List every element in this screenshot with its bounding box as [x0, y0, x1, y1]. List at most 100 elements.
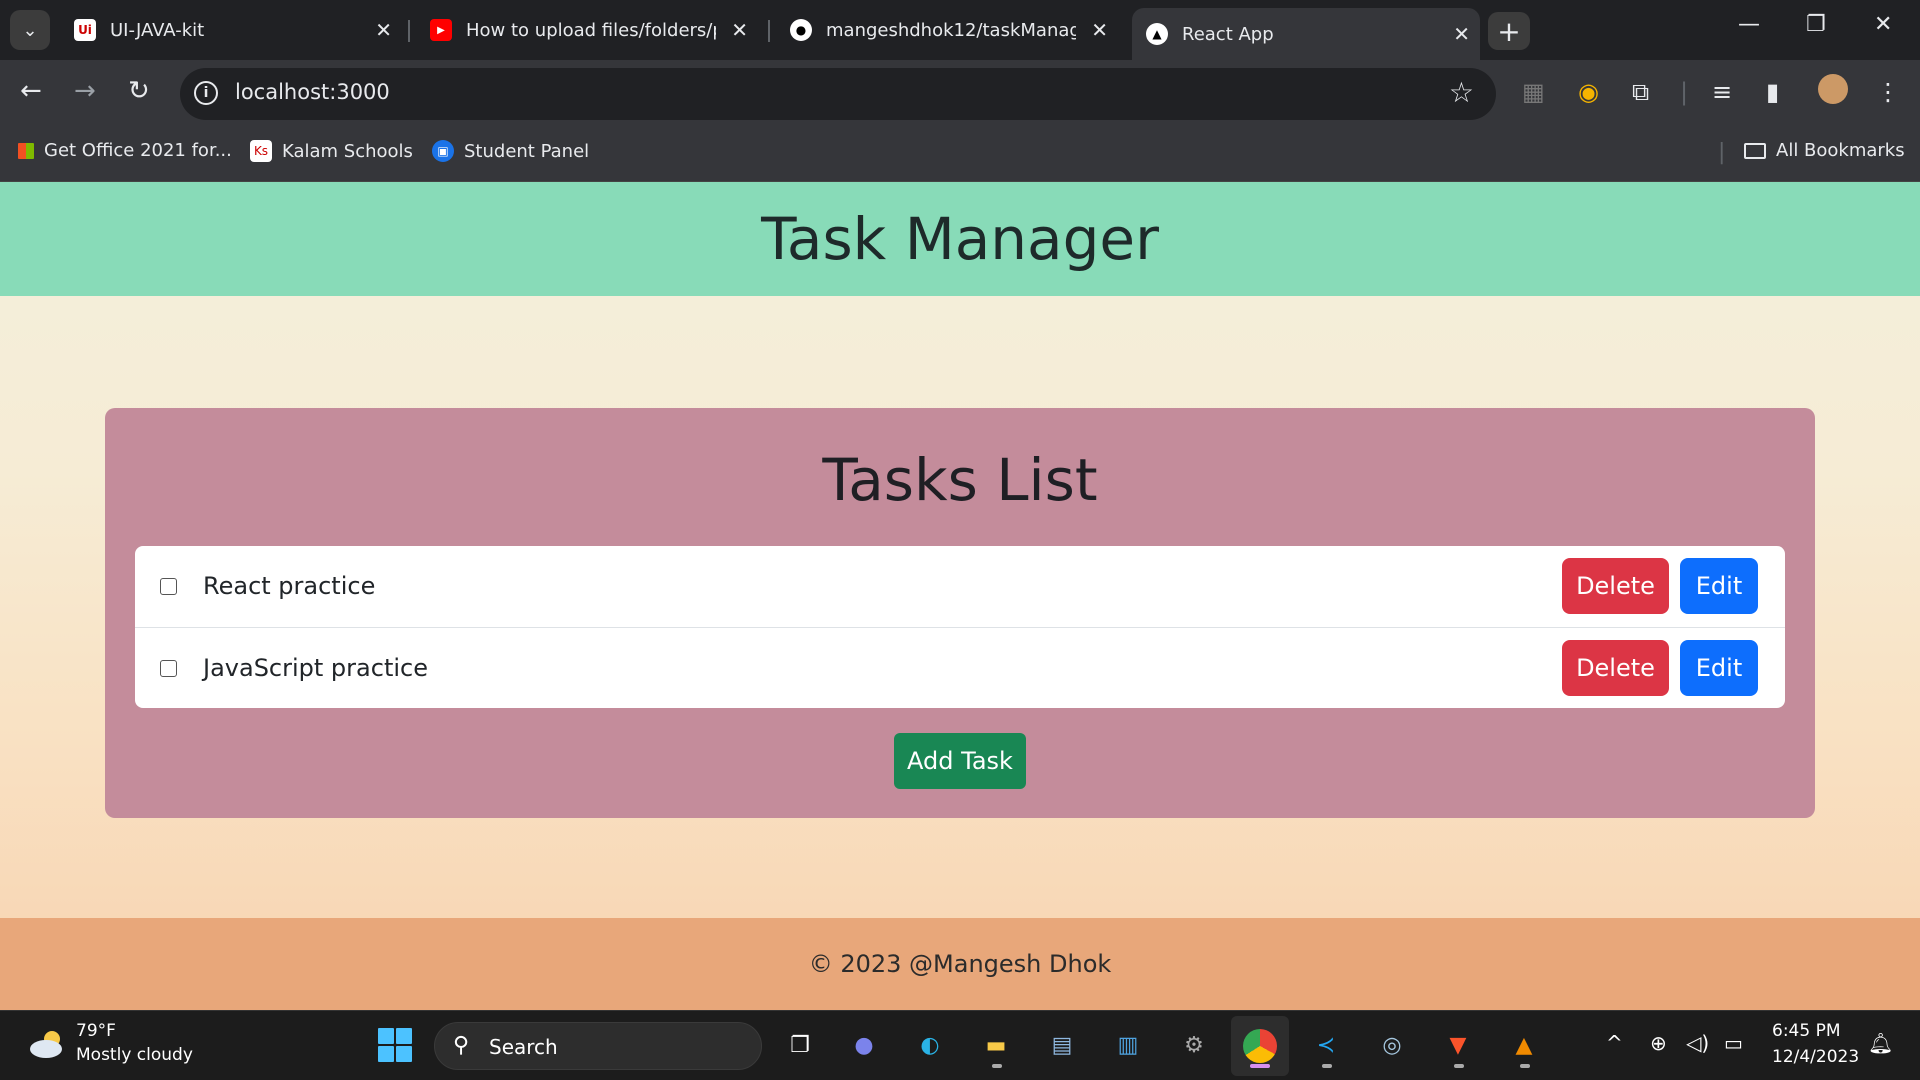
toolbar-divider: |	[1680, 78, 1689, 106]
browser-tab-bar: ⌄ Ui UI-JAVA-kit ✕ ▶ How to upload files…	[0, 0, 1920, 60]
taskbar-running-indicator	[1322, 1064, 1332, 1068]
bookmark-label: Kalam Schools	[282, 140, 413, 162]
tab-title: How to upload files/folders/pr	[466, 19, 716, 41]
bookmark-star-icon[interactable]: ☆	[1449, 76, 1474, 109]
tab-title: mangeshdhok12/taskManager	[826, 19, 1076, 41]
restore-icon[interactable]: ❐	[1806, 12, 1826, 37]
notification-bell-icon[interactable]: 🔔︎	[1868, 1031, 1893, 1055]
task-text: JavaScript practice	[203, 654, 428, 682]
site-info-icon[interactable]: i	[194, 81, 218, 105]
delete-button[interactable]: Delete	[1562, 640, 1669, 696]
taskbar-running-indicator	[992, 1064, 1002, 1068]
browser-toolbar: ← → ↻ i localhost:3000 ☆ ▦ ◉ ⧉ | ≡ ▮ ⋮	[0, 60, 1920, 128]
cloudy-weather-icon[interactable]	[28, 1029, 66, 1059]
network-globe-icon[interactable]: ⊕	[1650, 1031, 1667, 1055]
student-panel-icon: ▣	[432, 140, 454, 162]
task-checkbox[interactable]	[160, 660, 177, 677]
youtube-icon: ▶	[430, 19, 452, 41]
tab-search-button[interactable]: ⌄	[10, 10, 50, 50]
uikit-icon: Ui	[74, 19, 96, 41]
task-view-icon[interactable]: ❐	[780, 1025, 820, 1065]
settings-gear-icon[interactable]: ⚙	[1174, 1025, 1214, 1065]
page-footer: © 2023 @Mangesh Dhok	[0, 918, 1920, 1010]
bookmark-label: Student Panel	[464, 140, 590, 162]
close-icon[interactable]: ✕	[1453, 22, 1470, 46]
bookmarks-divider: |	[1718, 140, 1726, 165]
clock-date[interactable]: 12/4/2023	[1772, 1047, 1859, 1067]
tab-react-app[interactable]: ▲ React App ✕	[1132, 8, 1480, 60]
extension-icon[interactable]: ◉	[1578, 78, 1599, 106]
edit-button[interactable]: Edit	[1680, 640, 1758, 696]
kalam-schools-icon: Ks	[250, 140, 272, 162]
minimize-icon[interactable]: —	[1738, 12, 1760, 37]
all-bookmarks-button[interactable]: All Bookmarks	[1744, 140, 1905, 161]
vlc-icon[interactable]: ▲	[1504, 1025, 1544, 1065]
windows-taskbar: 79°F Mostly cloudy ⚲ Search ❐ ● ◐ ▬ ▤ ▥ …	[0, 1010, 1920, 1080]
tab-divider	[408, 20, 410, 42]
extensions-puzzle-icon[interactable]: ⧉	[1632, 78, 1649, 106]
tasks-list-title: Tasks List	[822, 446, 1098, 514]
teams-chat-icon[interactable]: ●	[844, 1025, 884, 1065]
task-list: React practice Delete Edit JavaScript pr…	[135, 546, 1785, 708]
windows-start-icon[interactable]	[378, 1028, 412, 1062]
delete-button[interactable]: Delete	[1562, 558, 1669, 614]
footer-text: © 2023 @Mangesh Dhok	[808, 950, 1112, 978]
vscode-icon[interactable]: ≺	[1306, 1025, 1346, 1065]
app-icon[interactable]: ◎	[1372, 1025, 1412, 1065]
search-label: Search	[489, 1035, 558, 1059]
new-tab-button[interactable]: +	[1488, 12, 1530, 50]
reload-icon[interactable]: ↻	[128, 76, 150, 106]
forward-icon[interactable]: →	[74, 76, 96, 106]
close-icon[interactable]: ✕	[375, 18, 392, 42]
weather-condition[interactable]: Mostly cloudy	[76, 1045, 193, 1065]
volume-icon[interactable]: ◁)	[1686, 1031, 1709, 1055]
tab-ui-java-kit[interactable]: Ui UI-JAVA-kit ✕	[60, 8, 402, 52]
clock-time[interactable]: 6:45 PM	[1772, 1021, 1841, 1041]
close-icon[interactable]: ✕	[731, 18, 748, 42]
office-icon	[18, 142, 34, 159]
github-icon: ●	[790, 19, 812, 41]
task-checkbox[interactable]	[160, 578, 177, 595]
bookmark-label: Get Office 2021 for...	[44, 140, 232, 161]
bookmark-kalam-schools[interactable]: Ks Kalam Schools	[250, 140, 413, 162]
app-title: Task Manager	[761, 205, 1159, 273]
react-app-icon: ▲	[1146, 23, 1168, 45]
weather-temperature[interactable]: 79°F	[76, 1021, 116, 1041]
web-page: Task Manager Tasks List React practice D…	[0, 182, 1920, 1010]
show-hidden-icons-icon[interactable]: ^	[1606, 1031, 1623, 1055]
bookmark-office[interactable]: Get Office 2021 for...	[18, 140, 232, 161]
more-menu-icon[interactable]: ⋮	[1876, 78, 1900, 106]
url-text[interactable]: localhost:3000	[235, 80, 390, 104]
all-bookmarks-label: All Bookmarks	[1776, 140, 1905, 161]
folder-icon	[1744, 142, 1766, 159]
edit-button[interactable]: Edit	[1680, 558, 1758, 614]
tab-youtube[interactable]: ▶ How to upload files/folders/pr ✕	[416, 8, 758, 52]
plus-icon: +	[1497, 14, 1521, 48]
avatar[interactable]	[1818, 74, 1848, 104]
address-bar[interactable]: i localhost:3000 ☆	[180, 68, 1496, 120]
battery-icon[interactable]: ▭	[1724, 1031, 1743, 1055]
bookmarks-bar: Get Office 2021 for... Ks Kalam Schools …	[0, 128, 1920, 182]
chevron-down-icon: ⌄	[22, 19, 38, 41]
tab-github[interactable]: ● mangeshdhok12/taskManager ✕	[776, 8, 1118, 52]
taskbar-running-indicator	[1520, 1064, 1530, 1068]
taskbar-running-indicator	[1454, 1064, 1464, 1068]
notepad-icon[interactable]: ▥	[1108, 1025, 1148, 1065]
close-icon[interactable]: ✕	[1091, 18, 1108, 42]
close-window-icon[interactable]: ✕	[1874, 12, 1892, 37]
add-task-button[interactable]: Add Task	[894, 733, 1026, 789]
taskbar-active-indicator	[1250, 1064, 1270, 1068]
reading-list-icon[interactable]: ≡	[1712, 78, 1732, 106]
extension-icon[interactable]: ▦	[1522, 78, 1545, 106]
tab-divider	[768, 20, 770, 42]
file-explorer-icon[interactable]: ▬	[976, 1025, 1016, 1065]
taskbar-search[interactable]: ⚲ Search	[434, 1022, 762, 1070]
brave-icon[interactable]: ▼	[1438, 1025, 1478, 1065]
side-panel-icon[interactable]: ▮	[1766, 78, 1779, 106]
task-text: React practice	[203, 572, 376, 600]
back-icon[interactable]: ←	[20, 76, 42, 106]
bookmark-student-panel[interactable]: ▣ Student Panel	[432, 140, 589, 162]
edge-icon[interactable]: ◐	[910, 1025, 950, 1065]
photos-icon[interactable]: ▤	[1042, 1025, 1082, 1065]
task-row: React practice Delete Edit	[135, 546, 1785, 627]
